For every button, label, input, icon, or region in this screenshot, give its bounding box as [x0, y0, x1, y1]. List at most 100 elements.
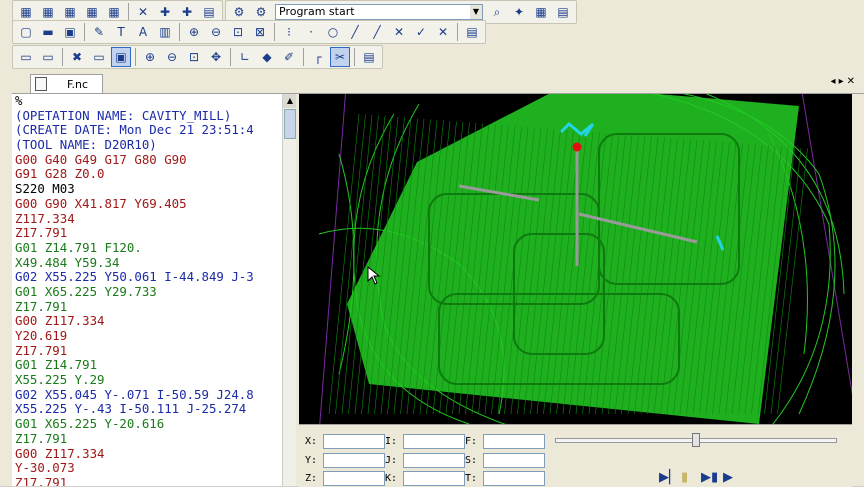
coord-t-field — [483, 471, 546, 486]
nc-code-editor[interactable]: % (OPETATION NAME: CAVITY_MILL) (CREATE DA… — [12, 94, 282, 486]
program-select-value: Program start — [279, 5, 355, 18]
pause-icon[interactable]: ▮ — [681, 470, 688, 485]
toolbar-row-2: ▢ ▬ ▣ ✎ T A ▥ ⊕ ⊖ ⊡ ⊠ ⁝ · ○ ╱ ╱ ✕ ✓ ✕ ▤ — [12, 20, 488, 44]
gear-icon[interactable]: ⚙ — [229, 2, 249, 22]
grid-icon[interactable]: ⁝ — [279, 22, 299, 42]
simulation-progress-slider[interactable] — [555, 433, 837, 447]
code-line: Z17.791 — [15, 298, 68, 314]
code-line: G02 X55.045 Y-.071 I-50.59 J24.8 — [15, 386, 254, 402]
coord-z-label: Z: — [305, 473, 318, 484]
hatch-line — [328, 113, 360, 415]
cube-icon[interactable]: ◆ — [257, 47, 277, 67]
view-zoom-window-icon[interactable]: ⊡ — [184, 47, 204, 67]
code-line: G91 G28 Z0.0 — [15, 166, 105, 182]
view-4-icon[interactable]: ▣ — [111, 47, 131, 67]
view-3-icon[interactable]: ▭ — [89, 47, 109, 67]
zoom-out-icon[interactable]: ⊖ — [206, 22, 226, 42]
slider-knob[interactable] — [692, 433, 700, 447]
nc-tool-4-icon[interactable]: ▦ — [82, 2, 102, 22]
coord-s: S: — [465, 453, 546, 468]
text-icon[interactable]: T — [111, 22, 131, 42]
code-line: Z117.334 — [15, 210, 75, 226]
notes-icon[interactable]: ▤ — [553, 2, 573, 22]
toolpath-canvas — [318, 94, 852, 424]
coord-y-label: Y: — [305, 455, 318, 466]
wrench-icon[interactable]: ✂ — [330, 47, 350, 67]
search-icon[interactable]: ⌕ — [487, 2, 507, 22]
nc-tool-5-icon[interactable]: ▦ — [104, 2, 124, 22]
brush-icon[interactable]: ✐ — [279, 47, 299, 67]
tab-prev-icon[interactable]: ◂ — [831, 76, 839, 87]
notes-2-icon[interactable]: ▤ — [359, 47, 379, 67]
play-icon[interactable]: ▶ — [723, 470, 733, 485]
trim-icon[interactable]: ╱ — [367, 22, 387, 42]
code-line: Z17.791 — [15, 430, 68, 446]
code-line: G00 G40 G49 G17 G80 G90 — [15, 151, 187, 167]
code-line: % — [15, 94, 23, 108]
nc-tool-2-icon[interactable]: ▦ — [38, 2, 58, 22]
code-line: Y-30.073 — [15, 460, 75, 476]
coord-f-label: F: — [465, 436, 478, 447]
program-select[interactable]: Program start ▼ — [275, 4, 483, 20]
point-icon[interactable]: · — [301, 22, 321, 42]
view-2-icon[interactable]: ▭ — [38, 47, 58, 67]
clipboard-icon[interactable]: ▤ — [462, 22, 482, 42]
nc-tool-1-icon[interactable]: ▦ — [16, 2, 36, 22]
nc-tool-8-icon[interactable]: ✚ — [177, 2, 197, 22]
save-icon[interactable]: ▣ — [60, 22, 80, 42]
zoom-fit-icon[interactable]: ⊠ — [250, 22, 270, 42]
cancel-icon[interactable]: ✕ — [433, 22, 453, 42]
zoom-window-icon[interactable]: ⊡ — [228, 22, 248, 42]
view-zoom-out-icon[interactable]: ⊖ — [162, 47, 182, 67]
cross-icon[interactable]: ✕ — [389, 22, 409, 42]
check-icon[interactable]: ✓ — [411, 22, 431, 42]
window-icon[interactable]: ▦ — [531, 2, 551, 22]
axis-icon[interactable]: ∟ — [235, 47, 255, 67]
nc-tool-9-icon[interactable]: ▤ — [199, 2, 219, 22]
tool-icon[interactable]: ┌ — [308, 47, 328, 67]
tab-next-icon[interactable]: ▸ — [839, 76, 847, 87]
coord-i: I: — [385, 434, 466, 449]
code-line: G01 X65.225 Y29.733 — [15, 283, 157, 299]
code-line: G02 X55.225 Y50.061 I-44.849 J-3 — [15, 269, 254, 285]
tool-position-marker — [572, 142, 582, 152]
view-zoom-in-icon[interactable]: ⊕ — [140, 47, 160, 67]
open-folder-icon[interactable]: ▬ — [38, 22, 58, 42]
toolbar-area: ▦ ▦ ▦ ▦ ▦ ✕ ✚ ✚ ▤ ⚙ ⚙ Program start ▼ ⌕ … — [0, 0, 864, 72]
settings-icon[interactable]: ⚙ — [251, 2, 271, 22]
nc-tool-3-icon[interactable]: ▦ — [60, 2, 80, 22]
skip-forward-icon[interactable]: ▶▮ — [701, 470, 718, 485]
editor-scrollbar[interactable]: ▲ — [282, 94, 297, 486]
scroll-thumb[interactable] — [284, 109, 296, 139]
coord-x-label: X: — [305, 436, 318, 447]
view-1-icon[interactable]: ▭ — [16, 47, 36, 67]
tab-nav: ◂▸✕ — [831, 76, 858, 87]
scroll-up-icon[interactable]: ▲ — [283, 94, 297, 108]
zoom-in-icon[interactable]: ⊕ — [184, 22, 204, 42]
close-icon[interactable]: ✕ — [847, 76, 858, 87]
line-icon[interactable]: ╱ — [345, 22, 365, 42]
font-icon[interactable]: A — [133, 22, 153, 42]
copy-icon[interactable]: ▥ — [155, 22, 175, 42]
code-line: (CREATE DATE: Mon Dec 21 23:51:4 — [15, 122, 254, 138]
right-dock-strip — [852, 94, 864, 486]
toolpath-viewport[interactable] — [299, 94, 852, 424]
play-step-icon[interactable]: ▶▏ — [659, 470, 679, 485]
tab-f-nc[interactable]: F.nc — [30, 74, 104, 93]
help-icon[interactable]: ✦ — [509, 2, 529, 22]
nc-tool-7-icon[interactable]: ✚ — [155, 2, 175, 22]
nc-tool-6-icon[interactable]: ✕ — [133, 2, 153, 22]
code-line: Z17.791 — [15, 342, 68, 358]
view-pan-icon[interactable]: ✥ — [206, 47, 226, 67]
toolbar-group-view: ▭ ▭ ✖ ▭ ▣ ⊕ ⊖ ⊡ ✥ ∟ ◆ ✐ ┌ ✂ ▤ — [12, 45, 383, 69]
edit-icon[interactable]: ✎ — [89, 22, 109, 42]
delete-icon[interactable]: ✖ — [67, 47, 87, 67]
coord-i-field — [403, 434, 466, 449]
document-tabbar: F.nc ◂▸✕ — [12, 72, 864, 94]
code-line: G01 Z14.791 F120. — [15, 239, 142, 255]
coord-x-field — [323, 434, 386, 449]
simulation-controls: X: Y: Z: I: J: K: F: S: T: ▶▏ ▮ ▶▮ ▶ — [299, 424, 852, 487]
circle-icon[interactable]: ○ — [323, 22, 343, 42]
new-file-icon[interactable]: ▢ — [16, 22, 36, 42]
code-line: G00 Z117.334 — [15, 313, 105, 329]
